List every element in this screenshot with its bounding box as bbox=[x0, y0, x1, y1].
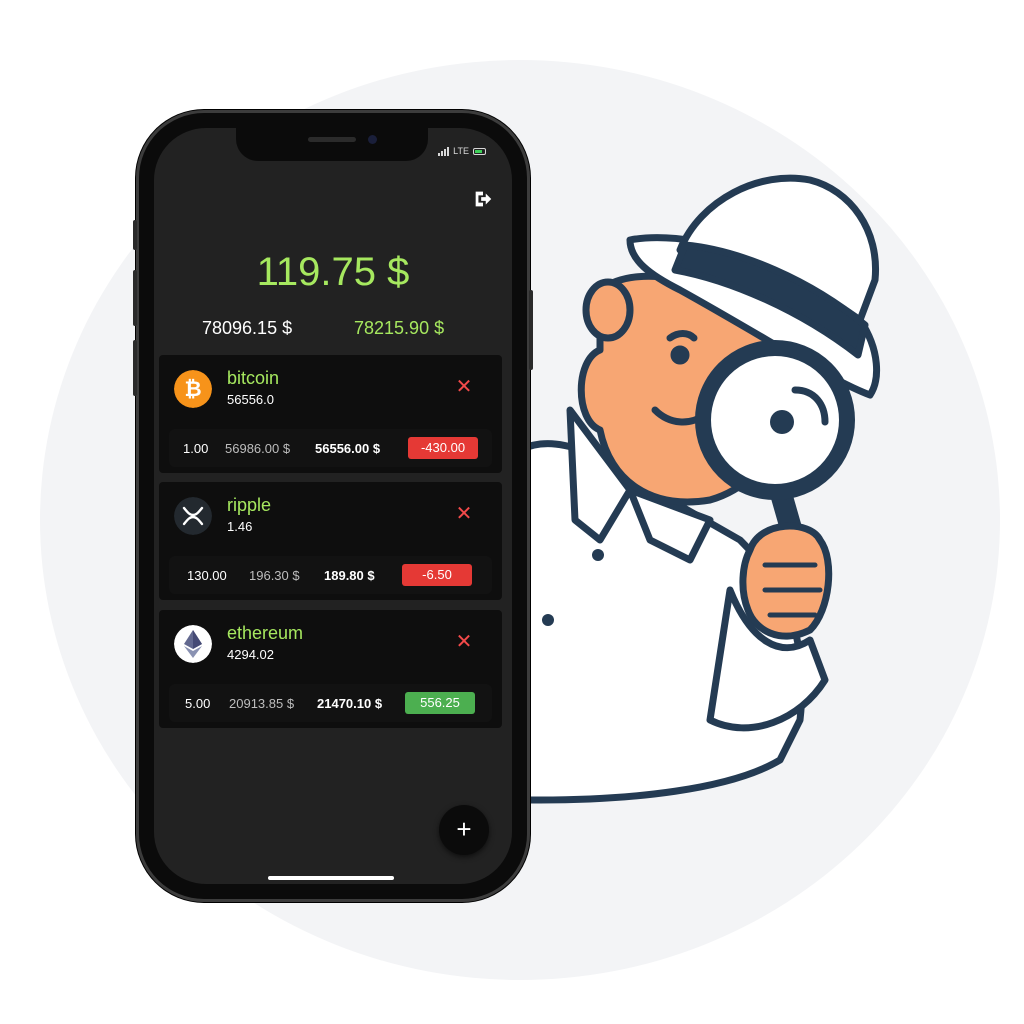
svg-text:₿: ₿ bbox=[184, 377, 201, 401]
holding-difference-badge: -6.50 bbox=[402, 564, 472, 586]
ethereum-icon bbox=[174, 625, 212, 663]
holding-difference-badge: -430.00 bbox=[408, 437, 478, 459]
holding-details: 130.00 196.30 $ 189.80 $ -6.50 bbox=[169, 556, 492, 594]
coin-name: ethereum bbox=[227, 623, 304, 643]
battery-icon bbox=[473, 147, 486, 155]
phone-silent-switch bbox=[133, 220, 137, 250]
bitcoin-icon: ₿ bbox=[174, 370, 212, 408]
coin-card-bitcoin[interactable]: ₿ bitcoin 56556.0 ✕ 1.00 56986.00 $ 5655… bbox=[159, 355, 502, 473]
holding-difference-badge: 556.25 bbox=[405, 692, 475, 714]
coin-name: ripple bbox=[227, 495, 272, 515]
add-coin-button[interactable]: + bbox=[439, 805, 489, 855]
coin-card-ripple[interactable]: ripple 1.46 ✕ 130.00 196.30 $ 189.80 $ -… bbox=[159, 482, 502, 600]
phone-volume-down bbox=[133, 340, 137, 396]
home-indicator[interactable] bbox=[268, 876, 394, 880]
portfolio-current-value: 78215.90 $ bbox=[354, 318, 445, 338]
signal-icon bbox=[438, 146, 450, 156]
status-bar: LTE bbox=[438, 146, 486, 156]
detective-illustration bbox=[516, 174, 881, 804]
holding-quantity: 5.00 bbox=[185, 696, 211, 711]
phone-power-button bbox=[529, 290, 533, 370]
holding-current-value: 189.80 $ bbox=[324, 568, 375, 583]
portfolio-total-difference: 119.75 $ bbox=[256, 250, 410, 294]
remove-coin-button[interactable]: ✕ bbox=[454, 377, 474, 397]
notch bbox=[236, 128, 428, 161]
holding-details: 5.00 20913.85 $ 21470.10 $ 556.25 bbox=[169, 684, 492, 722]
holding-buy-value: 56986.00 $ bbox=[225, 441, 291, 456]
holding-buy-value: 196.30 $ bbox=[249, 568, 300, 583]
ripple-icon bbox=[174, 497, 212, 535]
coin-price: 1.46 bbox=[227, 519, 253, 534]
coin-card-ethereum[interactable]: ethereum 4294.02 ✕ 5.00 20913.85 $ 21470… bbox=[159, 610, 502, 728]
logout-icon[interactable] bbox=[472, 188, 494, 210]
speaker bbox=[308, 137, 356, 142]
holding-details: 1.00 56986.00 $ 56556.00 $ -430.00 bbox=[169, 429, 492, 467]
holding-quantity: 130.00 bbox=[187, 568, 227, 583]
holding-current-value: 56556.00 $ bbox=[315, 441, 381, 456]
phone-volume-up bbox=[133, 270, 137, 326]
front-camera bbox=[368, 135, 377, 144]
coin-name: bitcoin bbox=[227, 368, 280, 388]
coin-price: 4294.02 bbox=[227, 647, 274, 662]
portfolio-invested: 78096.15 $ bbox=[202, 318, 293, 338]
remove-coin-button[interactable]: ✕ bbox=[454, 504, 474, 524]
coin-price: 56556.0 bbox=[227, 392, 274, 407]
remove-coin-button[interactable]: ✕ bbox=[454, 632, 474, 652]
app-screen: LTE 119.75 $ 78096.15 $ 78215.90 $ ₿ bit… bbox=[154, 128, 512, 884]
holding-quantity: 1.00 bbox=[183, 441, 209, 456]
holding-buy-value: 20913.85 $ bbox=[229, 696, 295, 711]
holding-current-value: 21470.10 $ bbox=[317, 696, 383, 711]
network-label: LTE bbox=[453, 146, 469, 156]
